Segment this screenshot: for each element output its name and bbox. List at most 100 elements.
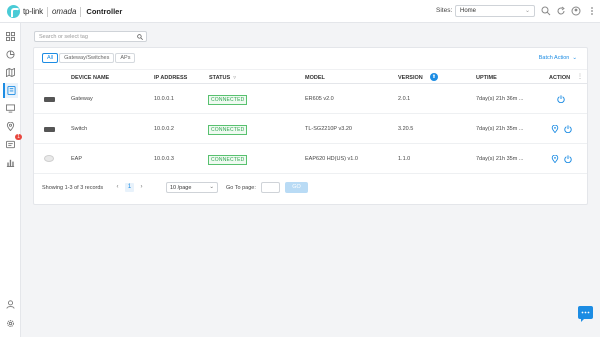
monitor-icon	[6, 104, 15, 113]
table-row[interactable]: Gateway 10.0.0.1 CONNECTED ER605 v2.0 2.…	[34, 85, 587, 114]
version: 3.20.5	[398, 126, 414, 132]
chevron-down-icon: ⌄	[524, 8, 530, 14]
version-update-icon[interactable]: ⬆	[430, 73, 438, 81]
table-row[interactable]: Switch 10.0.0.2 CONNECTED TL-SG2210P v3.…	[34, 115, 587, 144]
devices-icon	[7, 86, 16, 95]
batch-action-button[interactable]: Batch Action ⌄	[539, 55, 577, 61]
chat-icon	[581, 311, 590, 314]
col-device-name[interactable]: DEVICE NAME	[71, 75, 109, 81]
reboot-icon[interactable]	[564, 125, 572, 133]
chevron-down-icon: ⌄	[570, 55, 577, 61]
ip-address: 10.0.0.3	[154, 156, 174, 162]
col-status[interactable]: STATUS ▿	[209, 75, 236, 81]
reboot-icon[interactable]	[564, 155, 572, 163]
model: ER605 v2.0	[305, 96, 334, 102]
search-icon	[137, 34, 143, 40]
left-nav-rail: 1	[0, 23, 22, 337]
version: 2.0.1	[398, 96, 411, 102]
gateway-device-icon	[44, 97, 55, 102]
device-name[interactable]: Switch	[71, 126, 87, 132]
user-icon	[6, 300, 15, 309]
nav-map[interactable]	[3, 65, 18, 80]
locate-icon[interactable]	[551, 125, 559, 133]
model: TL-SG2210P v3.20	[305, 126, 352, 132]
nav-reports[interactable]	[3, 155, 18, 170]
goto-page-input[interactable]	[261, 182, 280, 193]
search-placeholder: Search or select tag	[39, 34, 88, 40]
tab-all[interactable]: All	[42, 53, 59, 63]
app-title: Controller	[86, 7, 123, 16]
dashboard-icon	[6, 32, 15, 41]
col-model[interactable]: MODEL	[305, 75, 325, 81]
tab-gateway-switches[interactable]: Gateway/Switches	[59, 53, 115, 63]
refresh-icon[interactable]	[556, 6, 566, 16]
prev-page-button[interactable]: ‹	[113, 183, 122, 192]
column-settings-icon[interactable]: ⋮	[577, 73, 583, 80]
uptime: 7day(s) 21h 35m ...	[476, 156, 524, 162]
tag-search-input[interactable]: Search or select tag	[34, 31, 147, 42]
nav-clients[interactable]	[3, 101, 18, 116]
device-name[interactable]: Gateway	[71, 96, 93, 102]
tab-aps[interactable]: APs	[115, 53, 136, 63]
nav-devices[interactable]	[3, 83, 18, 98]
location-pin-icon	[6, 122, 15, 131]
pie-chart-icon	[6, 50, 15, 59]
logo: tp-link omada Controller	[7, 5, 122, 18]
log-icon	[6, 140, 15, 149]
top-bar: tp-link omada Controller Sites: Home ⌄	[0, 0, 600, 23]
col-status-label: STATUS	[209, 75, 231, 81]
bar-chart-icon	[6, 159, 15, 167]
devices-card: All Gateway/Switches APs Batch Action ⌄ …	[33, 47, 588, 205]
next-page-button[interactable]: ›	[137, 183, 146, 192]
ip-address: 10.0.0.1	[154, 96, 174, 102]
chat-support-button[interactable]	[578, 306, 593, 322]
user-avatar-icon[interactable]	[571, 6, 581, 16]
logo-divider	[46, 6, 48, 17]
status-badge: CONNECTED	[208, 95, 248, 105]
site-selector[interactable]: Home ⌄	[455, 5, 535, 17]
page-size-value: 10 /page	[170, 185, 192, 191]
site-selected-value: Home	[460, 8, 477, 14]
notification-badge: 1	[15, 134, 22, 140]
col-action: ACTION	[549, 75, 571, 81]
page-number-button[interactable]: 1	[125, 183, 134, 192]
model: EAP620 HD(US) v1.0	[305, 156, 358, 162]
tplink-logo-icon	[7, 5, 20, 18]
version: 1.1.0	[398, 156, 411, 162]
chevron-down-icon: ⌄	[209, 184, 214, 190]
nav-settings[interactable]	[3, 316, 18, 331]
col-ip-address[interactable]: IP ADDRESS	[154, 75, 187, 81]
more-options-icon[interactable]	[587, 6, 597, 16]
locate-icon[interactable]	[551, 155, 559, 163]
uptime: 7day(s) 21h 36m ...	[476, 96, 524, 102]
nav-account[interactable]	[3, 297, 18, 312]
filter-icon[interactable]: ▿	[232, 75, 236, 81]
col-version-label: VERSION	[398, 75, 423, 81]
device-name[interactable]: EAP	[71, 156, 82, 162]
uptime: 7day(s) 21h 35m ...	[476, 126, 524, 132]
reboot-icon[interactable]	[557, 95, 565, 103]
table-row[interactable]: EAP 10.0.0.3 CONNECTED EAP620 HD(US) v1.…	[34, 145, 587, 174]
goto-page-label: Go To page:	[226, 185, 256, 191]
page-size-select[interactable]: 10 /page ⌄	[166, 182, 218, 193]
search-icon[interactable]	[541, 6, 551, 16]
pagination-bar: Showing 1-3 of 3 records ‹ 1 › 10 /page …	[41, 182, 581, 194]
product-name: omada	[51, 7, 77, 16]
nav-statistics[interactable]	[3, 47, 18, 62]
go-button[interactable]: GO	[285, 182, 308, 193]
brand-name: tp-link	[23, 7, 43, 16]
status-badge: CONNECTED	[208, 155, 248, 165]
col-version[interactable]: VERSION	[398, 75, 423, 81]
nav-logs[interactable]: 1	[3, 134, 22, 152]
logo-divider	[80, 6, 82, 17]
switch-device-icon	[44, 127, 55, 132]
ip-address: 10.0.0.2	[154, 126, 174, 132]
map-icon	[6, 68, 15, 77]
nav-dashboard[interactable]	[3, 29, 18, 44]
col-uptime[interactable]: UPTIME	[476, 75, 497, 81]
access-point-device-icon	[44, 155, 54, 162]
device-filter-tabs: All Gateway/Switches APs	[42, 53, 136, 63]
gear-icon	[7, 320, 14, 327]
nav-insights[interactable]	[3, 119, 18, 134]
sites-label: Sites:	[436, 7, 453, 14]
